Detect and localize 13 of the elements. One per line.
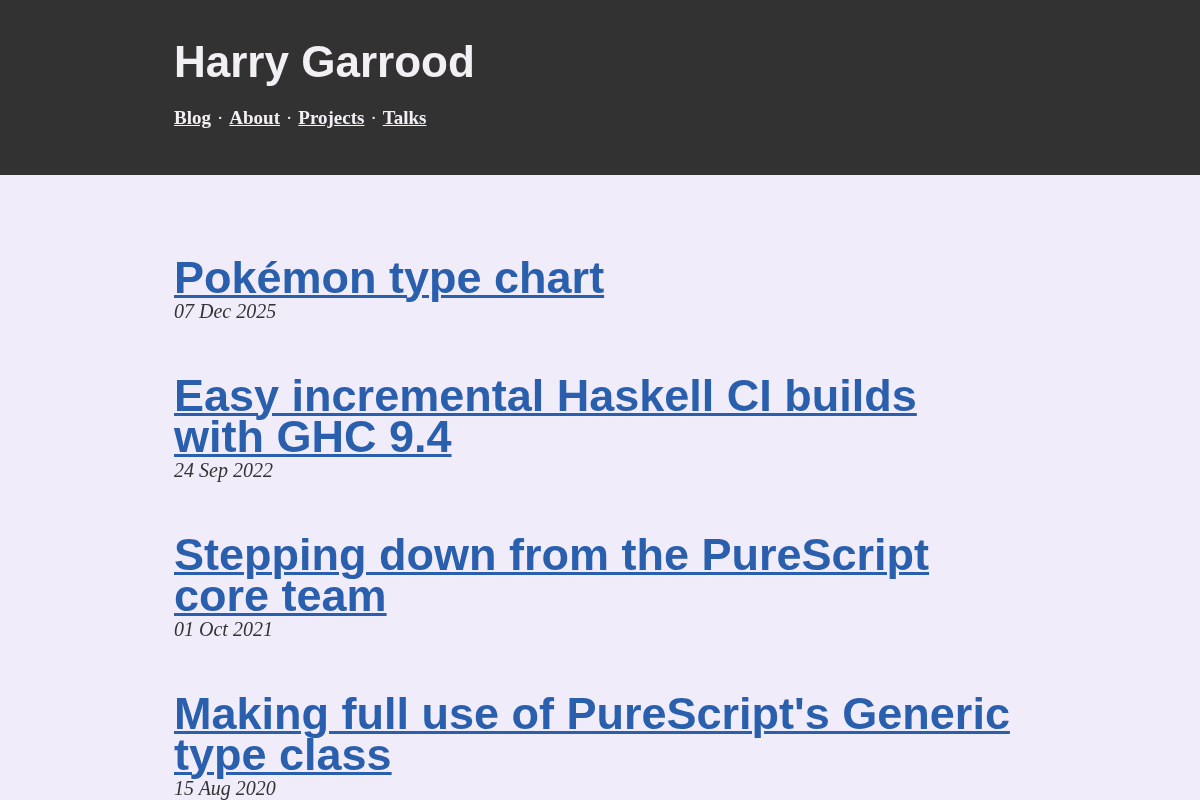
- nav-separator: ·: [285, 106, 293, 130]
- nav-link[interactable]: Blog: [174, 106, 211, 130]
- nav-link[interactable]: Projects: [298, 106, 365, 130]
- post-date: 01 Oct 2021: [174, 618, 273, 640]
- nav-link[interactable]: About: [229, 106, 280, 130]
- site-title-link[interactable]: Harry Garrood: [174, 38, 475, 86]
- post-date: 24 Sep 2022: [174, 459, 273, 481]
- nav-link[interactable]: Talks: [382, 106, 427, 130]
- post-title-link[interactable]: Easy incremental Haskell CI builds with GHC 9.4: [174, 375, 1014, 457]
- nav-separator: ·: [370, 106, 377, 130]
- post-title-link[interactable]: Stepping down from the PureScript core team: [174, 534, 1014, 616]
- nav-separator: ·: [216, 106, 224, 130]
- post-date: 07 Dec 2025: [174, 300, 277, 322]
